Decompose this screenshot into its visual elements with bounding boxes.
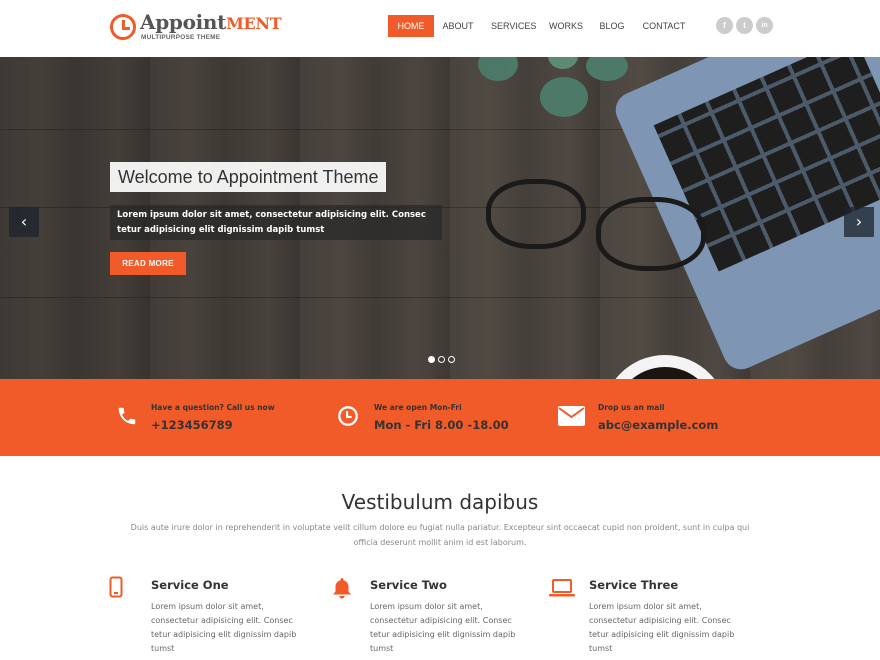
bell-icon [333, 578, 351, 599]
info-phone-label: Have a question? Call us now [151, 403, 275, 412]
info-hours-label: We are open Mon-Fri [374, 403, 462, 412]
info-phone-value[interactable]: +123456789 [151, 418, 233, 432]
service-two-text: Lorem ipsum dolor sit amet, consectetur … [370, 602, 516, 653]
nav-item-blog[interactable]: BLOG [599, 15, 625, 37]
service-three-text: Lorem ipsum dolor sit amet, consectetur … [589, 602, 735, 653]
linkedin-icon[interactable]: in [756, 17, 773, 34]
info-mail-label: Drop us an mail [598, 403, 665, 412]
logo-text-part1: Appoint [140, 10, 227, 34]
slider-dot[interactable] [448, 356, 455, 363]
clock-icon [338, 406, 358, 426]
mail-icon [558, 406, 585, 426]
logo-clock-icon [110, 14, 136, 40]
site-header: Appointment MULTIPURPOSE THEME HOME ABOU… [0, 0, 880, 57]
slider-dot[interactable] [438, 356, 445, 363]
services-title: Vestibulum dapibus [341, 490, 539, 514]
facebook-icon[interactable]: f [716, 17, 733, 34]
info-hours-value: Mon - Fri 8.00 -18.00 [374, 418, 509, 432]
service-one-text: Lorem ipsum dolor sit amet, consectetur … [151, 602, 297, 653]
hero-text: Lorem ipsum dolor sit amet, consectetur … [110, 205, 442, 240]
nav-item-about[interactable]: ABOUT [442, 15, 474, 37]
service-two-title[interactable]: Service Two [370, 578, 447, 592]
service-three-title[interactable]: Service Three [589, 578, 678, 592]
logo-tagline: MULTIPURPOSE THEME [141, 34, 221, 41]
nav-item-contact[interactable]: CONTACT [642, 15, 686, 37]
slider-next-button[interactable]: › [844, 207, 874, 237]
service-one-title[interactable]: Service One [151, 578, 229, 592]
info-mail-value[interactable]: abc@example.com [598, 418, 718, 432]
nav-item-works[interactable]: WORKS [549, 15, 583, 37]
read-more-button[interactable]: READ MORE [110, 252, 186, 275]
services-description: Duis aute irure dolor in reprehenderit i… [130, 523, 750, 547]
nav-item-services[interactable]: SERVICES [491, 15, 536, 37]
hero-title: Welcome to Appointment Theme [110, 162, 387, 192]
slider-dot[interactable] [428, 356, 435, 363]
mobile-icon [109, 576, 123, 598]
slider-prev-button[interactable]: ‹ [9, 207, 39, 237]
nav-item-home[interactable]: HOME [388, 15, 434, 37]
logo-text-part2: ment [226, 14, 282, 33]
phone-icon [118, 407, 136, 425]
twitter-icon[interactable]: t [736, 17, 753, 34]
laptop-icon [549, 579, 575, 597]
logo-text: Appointment [140, 10, 282, 34]
